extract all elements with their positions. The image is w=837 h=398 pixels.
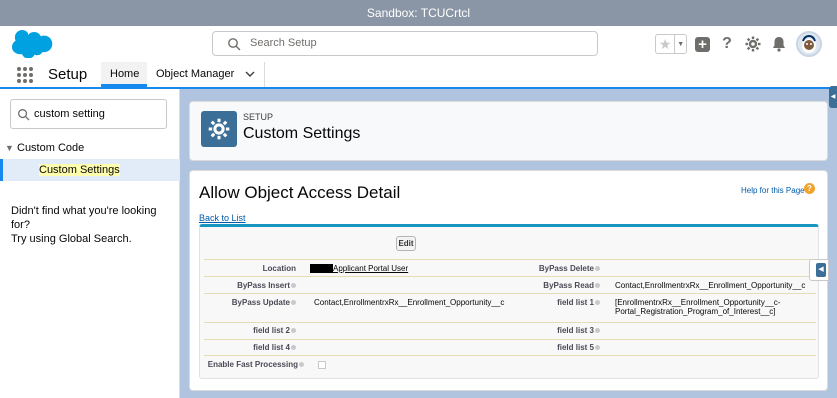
star-icon[interactable]: ★: [656, 35, 676, 53]
row-divider: [204, 293, 816, 294]
astro-avatar-icon: [802, 34, 816, 53]
search-hint-line1: Didn't find what you're looking for?: [11, 205, 157, 231]
help-icon[interactable]: ?: [804, 183, 815, 194]
fast-processing-label: Enable Fast Processing: [200, 360, 304, 369]
field-list-5-label: field list 5: [200, 343, 600, 352]
global-actions-plus-icon[interactable]: +: [695, 36, 710, 53]
row-divider: [204, 276, 816, 277]
help-link[interactable]: Help for this Page: [741, 186, 805, 195]
side-panel-toggle-icon[interactable]: ◀: [829, 86, 837, 108]
tab-home[interactable]: Home: [101, 62, 147, 87]
sandbox-banner: Sandbox: TCUCrtcl: [0, 0, 837, 26]
tab-home-label: Home: [110, 68, 140, 80]
help-question-icon[interactable]: ?: [718, 35, 736, 53]
detail-block: Edit Location Applicant Portal User ByPa…: [199, 224, 819, 379]
salesforce-logo-icon[interactable]: [11, 30, 53, 58]
panel-arrow-icon: ◀: [816, 263, 826, 277]
user-avatar[interactable]: [796, 31, 822, 57]
tab-object-manager-label: Object Manager: [156, 68, 235, 80]
field-list-1-value-line2: Portal_Registration_Program_of_Interest_…: [615, 307, 776, 316]
quick-find-input[interactable]: custom setting: [10, 99, 167, 129]
bypass-read-label: ByPass Read: [200, 281, 600, 290]
bypass-delete-label: ByPass Delete: [200, 264, 600, 273]
setup-gear-icon: [201, 111, 237, 147]
search-hint-line2: Try using Global Search.: [11, 233, 132, 245]
fast-processing-checkbox: [318, 361, 326, 369]
header-utility-icons: ★ ▼ + ?: [655, 29, 822, 59]
tree-item-label: Custom Settings: [39, 164, 120, 176]
tab-object-manager[interactable]: Object Manager: [147, 62, 266, 87]
field-list-1-value-line1: [EnrollmentrxRx__Enrollment_Opportunity_…: [615, 298, 781, 307]
row-divider: [204, 322, 816, 323]
chevron-down-icon[interactable]: [245, 71, 255, 78]
tree-node-custom-code[interactable]: ▼ Custom Code: [5, 142, 84, 154]
search-hint: Didn't find what you're looking for? Try…: [11, 204, 176, 246]
row-divider: [204, 355, 816, 356]
detail-content: Allow Object Access Detail Help for this…: [189, 170, 828, 391]
search-icon: [18, 109, 30, 121]
side-panel-tab[interactable]: ◀: [809, 259, 829, 281]
quick-find-value: custom setting: [34, 108, 105, 120]
row-divider: [204, 339, 816, 340]
app-nav-bar: Setup Home Object Manager: [0, 62, 837, 89]
app-name: Setup: [48, 66, 88, 83]
setup-sidebar: custom setting ▼ Custom Code Custom Setti…: [0, 89, 180, 398]
tree-item-custom-settings[interactable]: Custom Settings: [0, 159, 180, 181]
page-header-label: SETUP: [243, 112, 274, 122]
sandbox-label: Sandbox: TCUCrtcl: [366, 6, 471, 20]
field-list-1-label: field list 1: [200, 298, 600, 307]
global-header: Search Setup ★ ▼ + ?: [0, 26, 837, 62]
tree-node-label: Custom Code: [17, 142, 85, 154]
search-placeholder: Search Setup: [250, 37, 317, 49]
favorites-button[interactable]: ★ ▼: [655, 34, 687, 54]
notifications-bell-icon[interactable]: [770, 35, 788, 53]
bypass-read-value: Contact,EnrollmentrxRx__Enrollment_Oppor…: [615, 281, 806, 290]
chevron-down-icon[interactable]: ▼: [675, 35, 686, 53]
row-divider: [204, 259, 816, 260]
page-header: SETUP Custom Settings: [189, 101, 828, 161]
edit-button[interactable]: Edit: [396, 236, 416, 251]
detail-title: Allow Object Access Detail: [199, 183, 401, 202]
search-icon: [228, 38, 241, 51]
field-list-3-label: field list 3: [200, 326, 600, 335]
page-title: Custom Settings: [243, 125, 361, 142]
chevron-down-icon[interactable]: ▼: [5, 143, 17, 153]
global-search-input[interactable]: Search Setup: [212, 31, 598, 56]
app-launcher-icon[interactable]: [17, 67, 33, 83]
back-to-list-link[interactable]: Back to List: [199, 213, 246, 223]
setup-gear-icon[interactable]: [744, 35, 762, 53]
